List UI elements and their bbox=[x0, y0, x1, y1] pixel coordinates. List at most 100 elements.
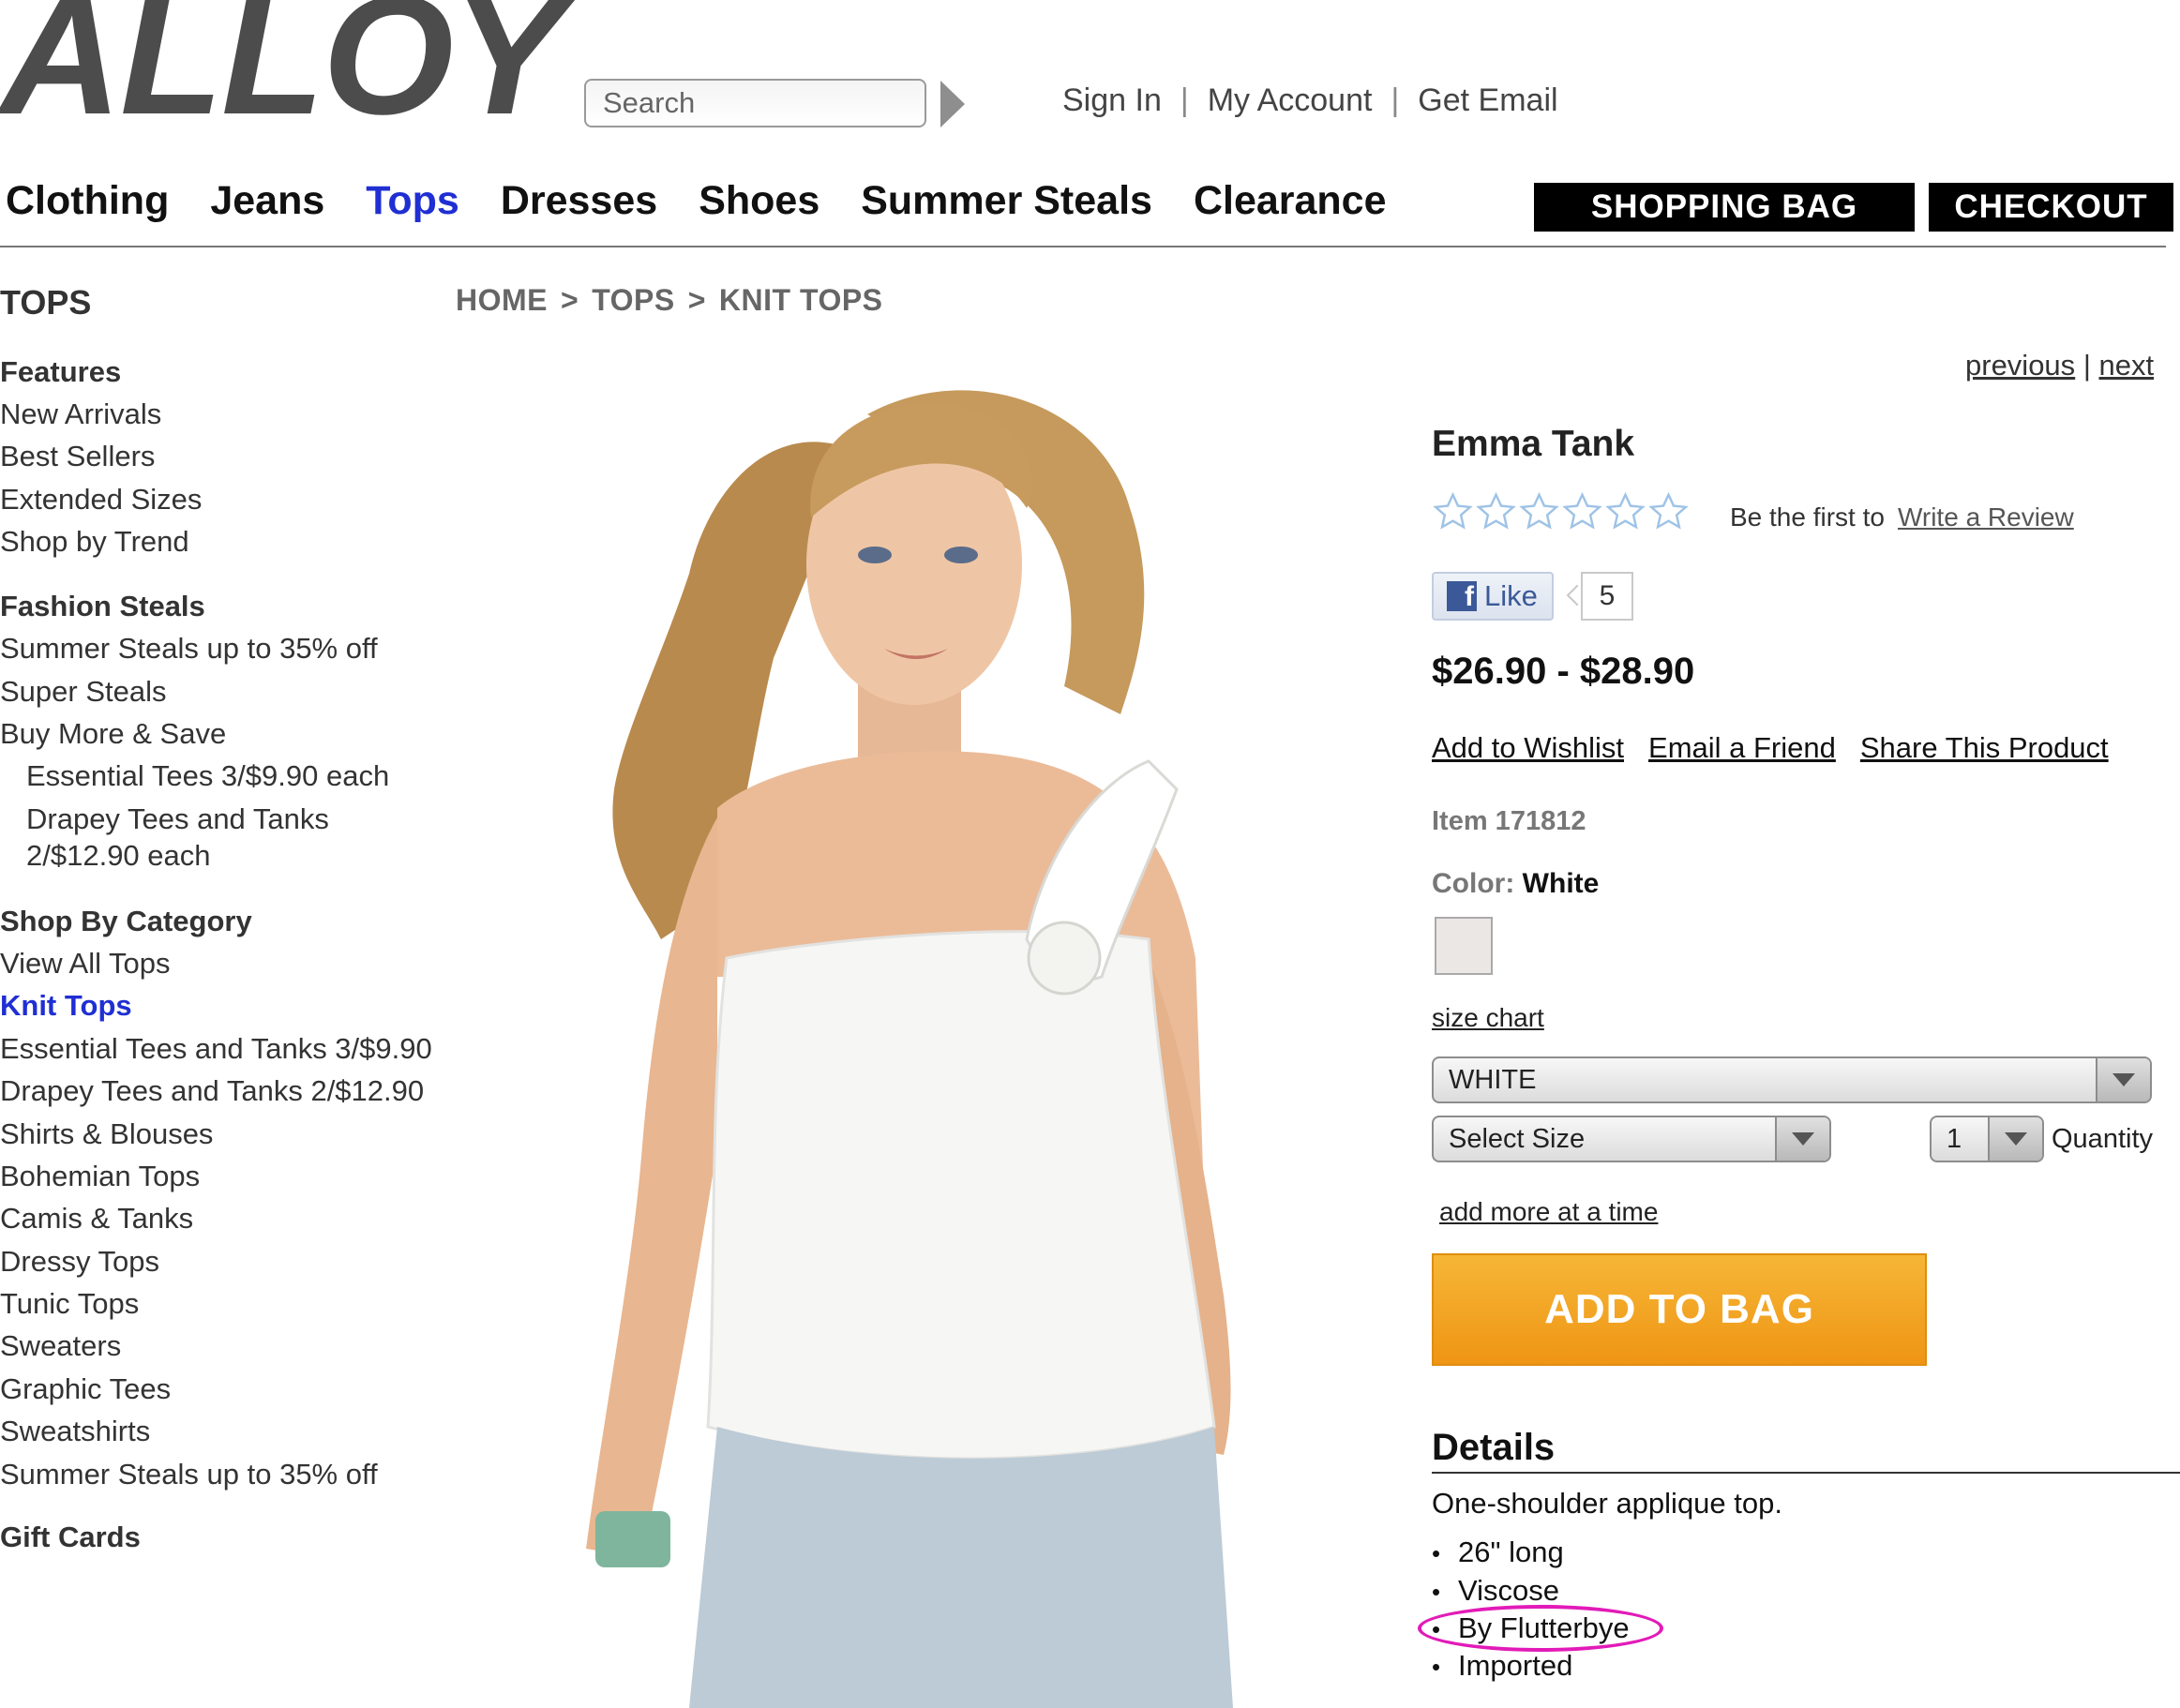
breadcrumb-home[interactable]: HOME bbox=[456, 283, 548, 317]
applique-flower bbox=[1027, 921, 1102, 996]
star-outline-icon[interactable] bbox=[1518, 491, 1560, 533]
color-value: White bbox=[1522, 868, 1600, 899]
shopping-bag-button[interactable]: SHOPPING BAG bbox=[1534, 183, 1915, 232]
sidebar-item-shirts-blouses[interactable]: Shirts & Blouses bbox=[0, 1119, 213, 1148]
highlight-circle bbox=[1418, 1605, 1663, 1652]
size-select[interactable]: Select Size bbox=[1432, 1116, 1831, 1162]
chevron-down-icon bbox=[1775, 1117, 1829, 1161]
nav-shoes[interactable]: Shoes bbox=[699, 178, 819, 224]
my-account-link[interactable]: My Account bbox=[1208, 82, 1373, 119]
details-divider bbox=[1432, 1472, 2180, 1474]
sidebar-heading-shop-by-category: Shop By Category bbox=[0, 905, 252, 937]
like-label: Like bbox=[1484, 579, 1538, 612]
review-prompt-text: Be the first to bbox=[1730, 502, 1885, 532]
nav-jeans[interactable]: Jeans bbox=[210, 178, 324, 224]
star-outline-icon[interactable] bbox=[1432, 491, 1474, 533]
sidebar-item-best-sellers[interactable]: Best Sellers bbox=[0, 442, 155, 471]
eye-shape bbox=[944, 547, 978, 563]
sidebar-item-view-all-tops[interactable]: View All Tops bbox=[0, 949, 171, 978]
jeans-shape bbox=[689, 1427, 1233, 1708]
sidebar-item-essential-tees-tanks[interactable]: Essential Tees and Tanks 3/$9.90 bbox=[0, 1034, 432, 1063]
nav-clearance[interactable]: Clearance bbox=[1194, 178, 1387, 224]
color-select-value: WHITE bbox=[1449, 1064, 1537, 1095]
facebook-icon: f bbox=[1447, 581, 1477, 611]
search-submit-arrow-icon[interactable] bbox=[940, 81, 965, 127]
sidebar-item-extended-sizes[interactable]: Extended Sizes bbox=[0, 485, 202, 514]
like-count: 5 bbox=[1581, 572, 1633, 621]
sidebar-item-new-arrivals[interactable]: New Arrivals bbox=[0, 399, 161, 428]
sidebar-heading-gift-cards[interactable]: Gift Cards bbox=[0, 1522, 141, 1551]
link-separator: | bbox=[1391, 82, 1400, 118]
star-outline-icon[interactable] bbox=[1475, 491, 1517, 533]
details-bullet-material: Viscose bbox=[1432, 1574, 1559, 1608]
details-bullet-length: 26" long bbox=[1432, 1536, 1564, 1569]
sidebar-item-drapey-tees[interactable]: Drapey Tees and Tanks bbox=[0, 804, 329, 833]
details-heading: Details bbox=[1432, 1427, 1556, 1468]
chevron-down-icon bbox=[2096, 1058, 2150, 1101]
review-prompt: Be the first to Write a Review bbox=[1730, 502, 2074, 532]
eye-shape bbox=[858, 547, 892, 563]
add-to-wishlist-link[interactable]: Add to Wishlist bbox=[1432, 731, 1624, 765]
sidebar-item-shop-by-trend[interactable]: Shop by Trend bbox=[0, 527, 189, 556]
color-line: Color: White bbox=[1432, 868, 1599, 900]
next-link[interactable]: next bbox=[2099, 349, 2155, 382]
sidebar-item-sweatshirts[interactable]: Sweatshirts bbox=[0, 1416, 150, 1446]
breadcrumb-knit-tops[interactable]: KNIT TOPS bbox=[719, 283, 883, 317]
color-label: Color: bbox=[1432, 868, 1515, 899]
sidebar-title: TOPS bbox=[0, 283, 92, 322]
white-tank-top bbox=[706, 930, 1216, 1461]
sidebar-item-sweaters[interactable]: Sweaters bbox=[0, 1331, 121, 1360]
share-product-link[interactable]: Share This Product bbox=[1860, 731, 2109, 765]
alloy-logo[interactable]: ALLOY bbox=[0, 0, 564, 141]
star-outline-icon[interactable] bbox=[1561, 491, 1603, 533]
sidebar-item-camis-tanks[interactable]: Camis & Tanks bbox=[0, 1204, 193, 1233]
header-divider bbox=[0, 246, 2166, 247]
sidebar-item-drapey-tees-price[interactable]: 2/$12.90 each bbox=[0, 841, 211, 870]
sidebar-item-tunic-tops[interactable]: Tunic Tops bbox=[0, 1289, 139, 1318]
pager: previous | next bbox=[1965, 349, 2154, 382]
star-outline-icon[interactable] bbox=[1647, 491, 1690, 533]
nav-dresses[interactable]: Dresses bbox=[501, 178, 657, 224]
quantity-select[interactable]: 1 bbox=[1930, 1116, 2044, 1162]
breadcrumb: HOME > TOPS > KNIT TOPS bbox=[456, 283, 883, 318]
sidebar-item-super-steals[interactable]: Super Steals bbox=[0, 677, 167, 706]
sign-in-link[interactable]: Sign In bbox=[1062, 82, 1162, 119]
sidebar-item-buy-more-save[interactable]: Buy More & Save bbox=[0, 719, 226, 748]
search-input[interactable] bbox=[586, 81, 925, 126]
add-to-bag-button[interactable]: ADD TO BAG bbox=[1432, 1253, 1927, 1366]
sidebar-item-summer-steals[interactable]: Summer Steals up to 35% off bbox=[0, 634, 378, 663]
search-field[interactable] bbox=[584, 79, 926, 127]
product-name: Emma Tank bbox=[1432, 424, 1635, 464]
email-a-friend-link[interactable]: Email a Friend bbox=[1648, 731, 1836, 765]
sidebar-item-knit-tops[interactable]: Knit Tops bbox=[0, 991, 132, 1020]
sidebar-item-bohemian-tops[interactable]: Bohemian Tops bbox=[0, 1161, 200, 1191]
quantity-label: Quantity bbox=[2052, 1124, 2153, 1154]
sidebar-item-dressy-tops[interactable]: Dressy Tops bbox=[0, 1247, 159, 1276]
star-rating[interactable] bbox=[1432, 491, 1690, 533]
color-swatch-white[interactable] bbox=[1435, 917, 1493, 975]
checkout-button[interactable]: CHECKOUT bbox=[1929, 183, 2173, 232]
nav-tops[interactable]: Tops bbox=[366, 178, 459, 224]
nav-summer-steals[interactable]: Summer Steals bbox=[861, 178, 1152, 224]
nav-clothing[interactable]: Clothing bbox=[6, 178, 169, 224]
main-nav: Clothing Jeans Tops Dresses Shoes Summer… bbox=[6, 178, 1387, 224]
get-email-link[interactable]: Get Email bbox=[1418, 82, 1557, 119]
breadcrumb-tops[interactable]: TOPS bbox=[592, 283, 675, 317]
write-review-link[interactable]: Write a Review bbox=[1898, 502, 2074, 532]
facebook-like-button[interactable]: f Like bbox=[1432, 572, 1554, 621]
size-select-value: Select Size bbox=[1449, 1123, 1586, 1154]
size-chart-link[interactable]: size chart bbox=[1432, 1003, 1544, 1033]
sidebar-item-graphic-tees[interactable]: Graphic Tees bbox=[0, 1374, 171, 1403]
sidebar-item-drapey-tees-tanks[interactable]: Drapey Tees and Tanks 2/$12.90 bbox=[0, 1076, 424, 1105]
item-number: Item 171812 bbox=[1432, 806, 1586, 836]
product-photo[interactable] bbox=[577, 377, 1374, 1708]
add-more-link[interactable]: add more at a time bbox=[1439, 1197, 1658, 1227]
sidebar-heading-features: Features bbox=[0, 355, 122, 388]
previous-link[interactable]: previous bbox=[1965, 349, 2075, 382]
sidebar-item-essential-tees[interactable]: Essential Tees 3/$9.90 each bbox=[0, 761, 389, 790]
star-outline-icon[interactable] bbox=[1604, 491, 1646, 533]
sidebar-item-summer-steals-2[interactable]: Summer Steals up to 35% off bbox=[0, 1460, 378, 1489]
details-bullet-origin: Imported bbox=[1432, 1649, 1572, 1683]
color-select[interactable]: WHITE bbox=[1432, 1056, 2152, 1103]
details-description: One-shoulder applique top. bbox=[1432, 1487, 1782, 1520]
